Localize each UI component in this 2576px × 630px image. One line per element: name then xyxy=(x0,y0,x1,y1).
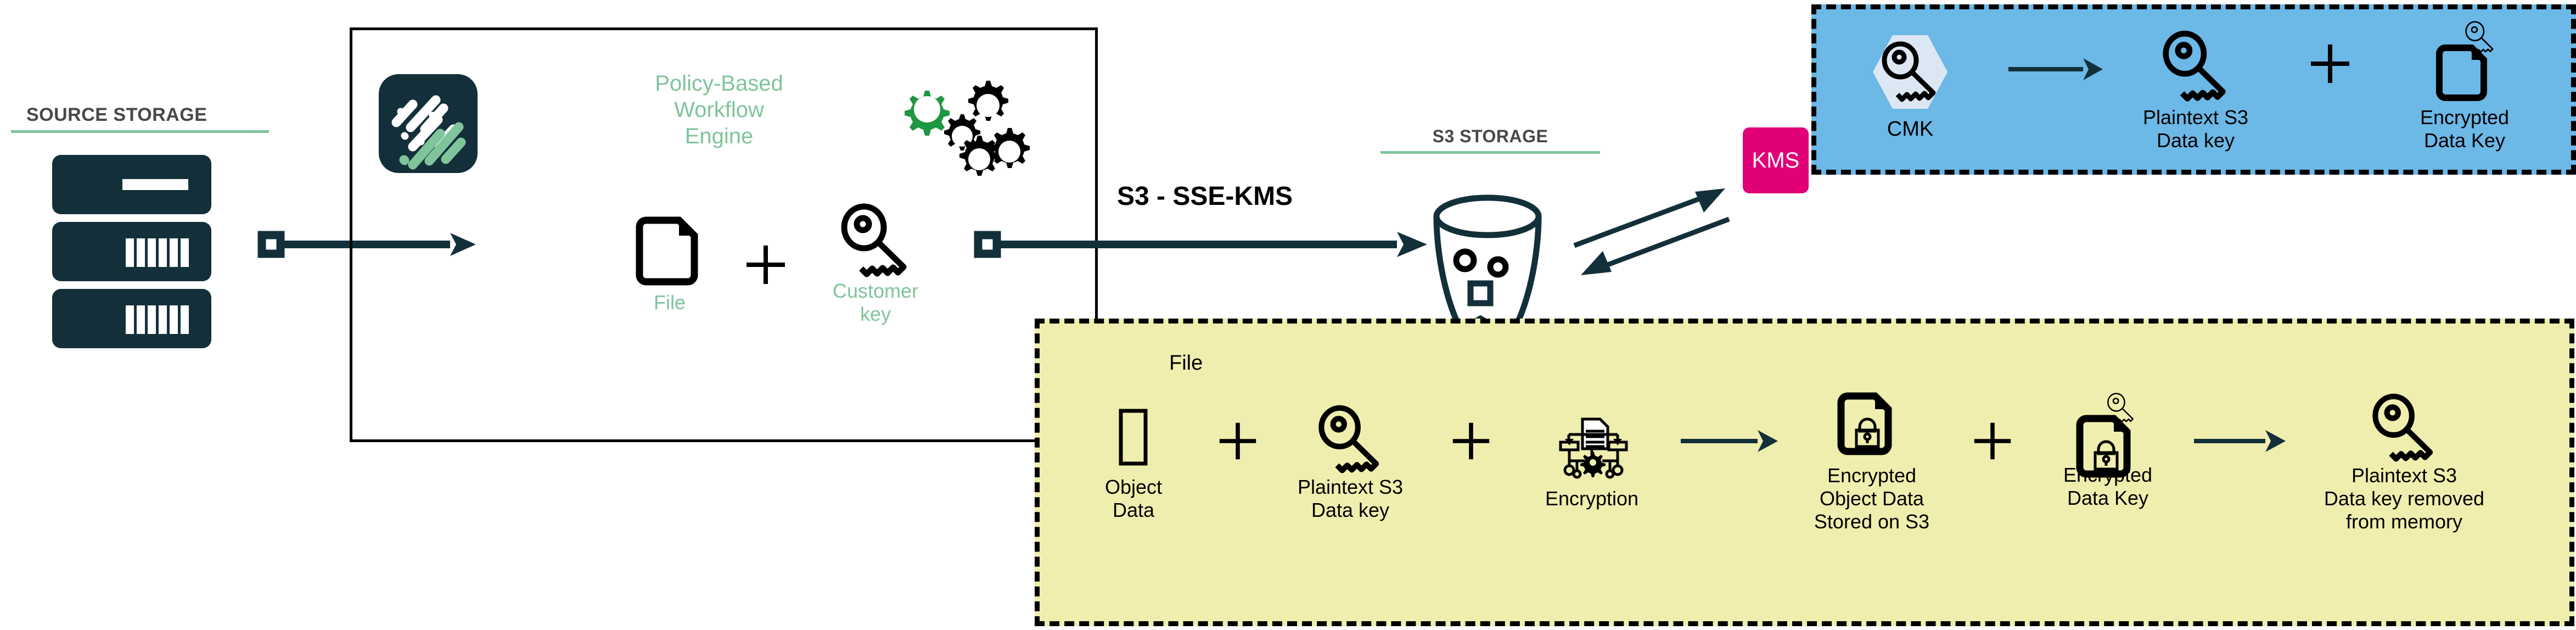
yellow-panel-items: Object Data Plaintext S3 Data key Encryp… xyxy=(1065,392,2514,533)
blue-item-cmk: CMK xyxy=(1822,31,1998,141)
blue-panel-items: CMK Plaintext S3 Data key Encrypted Data… xyxy=(1822,19,2547,152)
engine-input-customer-key: Customer key xyxy=(812,203,939,326)
engine-input-file-label: File xyxy=(653,291,686,314)
blue-item-plaintext-key: Plaintext S3 Data key xyxy=(2113,19,2278,152)
blue-item-plaintext-key-label-1: Data key xyxy=(2156,129,2235,152)
engine-input-file: File xyxy=(620,215,719,314)
object-data-icon xyxy=(1065,404,1202,470)
yellow-item-object-data: Object Data xyxy=(1065,404,1202,522)
yellow-item-key-removed: Plaintext S3 Data key removed from memor… xyxy=(2294,393,2514,533)
server-rack-icon xyxy=(52,155,269,348)
source-storage-group: SOURCE STORAGE xyxy=(11,104,269,348)
yellow-item-key-removed-label-0: Plaintext S3 xyxy=(2351,464,2457,487)
yellow-item-plaintext-key-label-1: Data key xyxy=(1311,499,1390,521)
yellow-item-encryption: Encryption xyxy=(1515,416,1669,510)
key-icon xyxy=(2294,393,2514,462)
plus-icon xyxy=(2278,42,2382,129)
plus-icon xyxy=(1954,421,2031,505)
gears-icon xyxy=(892,74,1030,179)
file-icon xyxy=(620,215,719,286)
key-icon xyxy=(2113,19,2278,102)
yellow-item-plaintext-key: Plaintext S3 Data key xyxy=(1273,404,1427,522)
workflow-engine-title-line-2: Engine xyxy=(684,124,754,148)
encrypted-object-icon xyxy=(1789,392,1954,459)
blue-item-encrypted-data-key-label-1: Data Key xyxy=(2423,129,2506,152)
workflow-engine-title-line-0: Policy-Based xyxy=(655,71,783,96)
workflow-engine-title: Policy-Based Workflow Engine xyxy=(609,70,829,149)
s3-storage-underline xyxy=(1380,151,1600,154)
yellow-panel-caption: File xyxy=(1169,352,1203,375)
encryption-icon xyxy=(1515,416,1669,482)
engine-to-s3-connector xyxy=(974,230,1433,263)
key-icon xyxy=(812,203,939,277)
yellow-item-encrypted-object-label-2: Stored on S3 xyxy=(1814,510,1930,533)
key-icon xyxy=(1273,404,1427,473)
cmk-hexagon-key-icon xyxy=(1822,31,1998,113)
arrow-right-icon xyxy=(1669,428,1789,498)
yellow-item-plaintext-key-label-0: Plaintext S3 xyxy=(1297,476,1404,498)
yellow-item-encrypted-data-key-label-1: Data Key xyxy=(2067,487,2149,509)
yellow-item-key-removed-label-1: Data key removed xyxy=(2324,487,2485,510)
transfer-label: S3 - SSE-KMS xyxy=(1117,182,1293,211)
plus-icon xyxy=(1202,421,1273,505)
workflow-engine-title-line-1: Workflow xyxy=(674,98,764,122)
kms-label: KMS xyxy=(1752,148,1800,172)
engine-input-customer-key-label-0: Customer xyxy=(832,280,919,302)
plus-icon xyxy=(719,243,812,286)
s3-storage-title: S3 STORAGE xyxy=(1432,126,1548,146)
blue-item-encrypted-data-key-label-0: Encrypted xyxy=(2420,106,2510,129)
yellow-item-encrypted-object: Encrypted Object Data Stored on S3 xyxy=(1789,392,1954,533)
blue-item-cmk-label: CMK xyxy=(1887,117,1934,141)
s3-storage-group: S3 STORAGE xyxy=(1361,126,1619,154)
kms-box[interactable]: KMS xyxy=(1743,127,1809,193)
yellow-item-object-data-label-0: Object xyxy=(1104,476,1163,498)
encrypted-data-key-icon xyxy=(2031,392,2185,478)
plus-icon xyxy=(1427,421,1515,505)
arrow-right-icon xyxy=(1998,57,2113,115)
yellow-item-object-data-label-1: Data xyxy=(1112,499,1155,521)
encrypted-data-key-icon xyxy=(2382,19,2547,102)
yellow-item-encrypted-object-label-1: Object Data xyxy=(1819,487,1924,510)
engine-inputs-row: File Customer key xyxy=(620,203,939,326)
blue-item-plaintext-key-label-0: Plaintext S3 xyxy=(2142,106,2249,129)
blue-item-encrypted-data-key: Encrypted Data Key xyxy=(2382,19,2547,152)
s3-kms-exchange-arrows xyxy=(1564,173,1740,283)
arrow-right-icon xyxy=(2185,428,2294,498)
yellow-item-encrypted-data-key-label-0: Encrypted xyxy=(2063,464,2153,486)
app-logo-icon xyxy=(379,74,478,173)
source-storage-underline xyxy=(11,130,269,133)
yellow-item-encrypted-data-key: Encrypted Data Key xyxy=(2031,393,2185,510)
engine-input-customer-key-label-1: key xyxy=(860,303,891,325)
yellow-item-key-removed-label-2: from memory xyxy=(2345,510,2462,533)
source-storage-title: SOURCE STORAGE xyxy=(26,104,207,125)
yellow-item-encrypted-object-label-0: Encrypted xyxy=(1827,464,1917,487)
yellow-item-encryption-label: Encryption xyxy=(1545,487,1639,510)
